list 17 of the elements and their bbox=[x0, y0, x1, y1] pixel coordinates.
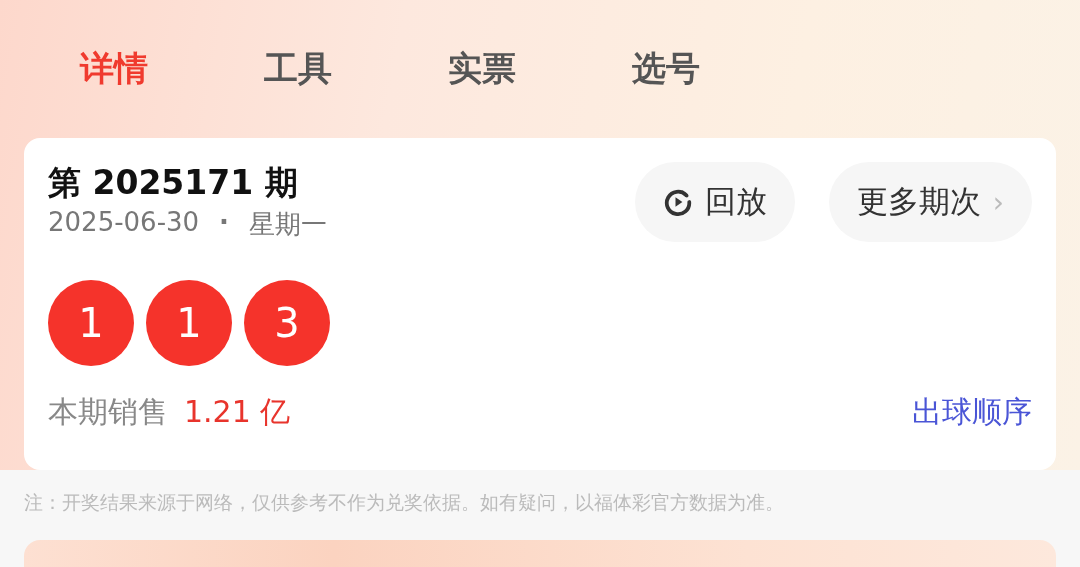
tab[interactable]: 实票 bbox=[444, 46, 520, 92]
tab[interactable]: 工具 bbox=[260, 46, 336, 92]
sales-label: 本期销售 bbox=[48, 393, 168, 431]
sales-value: 1.21 亿 bbox=[184, 393, 291, 431]
ball-order-link[interactable]: 出球顺序 bbox=[912, 392, 1032, 433]
play-icon bbox=[662, 187, 693, 217]
issue-title: 第 2025171 期 bbox=[48, 162, 299, 204]
number-ball: 1 bbox=[146, 280, 232, 366]
more-issues-button[interactable]: 更多期次 › bbox=[828, 162, 1032, 242]
draw-date: 2025-06-30 bbox=[48, 206, 200, 239]
replay-button[interactable]: 回放 bbox=[634, 162, 795, 242]
separator-dot: · bbox=[219, 206, 229, 239]
tab[interactable]: 选号 bbox=[628, 46, 704, 92]
number-ball: 3 bbox=[244, 280, 330, 366]
number-ball: 1 bbox=[48, 280, 134, 366]
disclaimer-note: 注：开奖结果来源于网络，仅供参考不作为兑奖依据。如有疑问，以福体彩官方数据为准。 bbox=[23, 490, 785, 515]
weekday: 星期一 bbox=[249, 207, 327, 241]
